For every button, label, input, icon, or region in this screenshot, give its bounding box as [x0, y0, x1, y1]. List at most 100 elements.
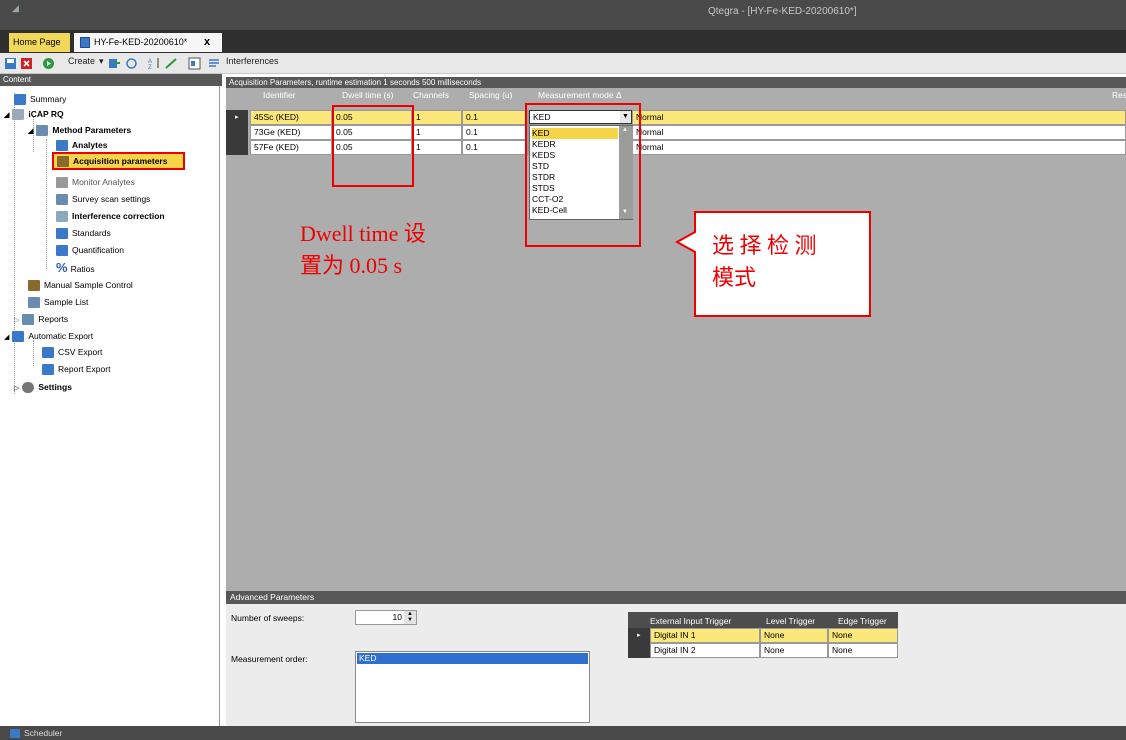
tab-document[interactable]: HY-Fe-KED-20200610* x: [74, 33, 222, 52]
tree-item-monitor-analytes[interactable]: Monitor Analytes: [56, 175, 135, 190]
tree-item-manual-sample-control[interactable]: Manual Sample Control: [28, 278, 133, 293]
cell-level[interactable]: None: [760, 628, 828, 643]
create-menu[interactable]: Create: [68, 56, 95, 66]
import-icon[interactable]: [108, 57, 121, 70]
panel-icon[interactable]: [188, 57, 201, 70]
cell-identifier[interactable]: 57Fe (KED): [250, 140, 332, 155]
cell-identifier[interactable]: 73Ge (KED): [250, 125, 332, 140]
list-item[interactable]: KED: [357, 653, 588, 664]
survey-icon: [56, 194, 68, 206]
dwell-time-highlight: [332, 105, 414, 187]
window-title: Qtegra - [HY-Fe-KED-20200610*]: [708, 6, 857, 17]
tree-item-survey-scan-settings[interactable]: Survey scan settings: [56, 192, 150, 207]
reports-icon: [22, 314, 35, 326]
column-header-measurement-mode[interactable]: Measurement mode Δ: [538, 90, 622, 100]
cell-identifier[interactable]: 45Sc (KED): [250, 110, 332, 125]
column-header-edge-trigger[interactable]: Edge Trigger: [838, 616, 887, 626]
sweeps-label: Number of sweeps:: [231, 613, 305, 623]
cell-input[interactable]: Digital IN 1: [650, 628, 760, 643]
tree-item-automatic-export[interactable]: ◢ Automatic Export: [4, 329, 93, 344]
row-header[interactable]: ▸: [226, 110, 248, 125]
tree-item-ratios[interactable]: % Ratios: [56, 260, 95, 275]
measurement-mode-highlight: [525, 103, 641, 247]
measurement-order-list[interactable]: KED: [355, 651, 590, 723]
mode-annotation: 选 择 检 测 模式: [712, 233, 817, 290]
tab-home-page[interactable]: Home Page: [9, 33, 70, 52]
tree-item-acquisition-parameters[interactable]: Acquisition parameters: [52, 152, 185, 170]
tree-item-csv-export[interactable]: CSV Export: [42, 345, 102, 360]
sort-ascending-icon[interactable]: AZ: [148, 57, 161, 70]
column-header-resolution[interactable]: Res: [1112, 90, 1126, 100]
cell-spacing[interactable]: 0.1: [462, 140, 528, 155]
cell-resolution[interactable]: Normal: [632, 125, 1126, 140]
tree-item-settings[interactable]: ▷ Settings: [14, 380, 72, 395]
tree-item-reports[interactable]: ▷ Reports: [14, 312, 68, 327]
row-header[interactable]: [226, 140, 248, 155]
cell-channels[interactable]: 1: [412, 140, 462, 155]
tree-item-standards[interactable]: Standards: [56, 226, 111, 241]
cell-resolution[interactable]: Normal: [632, 140, 1126, 155]
cell-channels[interactable]: 1: [412, 125, 462, 140]
tree-item-interference-correction[interactable]: Interference correction: [56, 209, 165, 224]
expand-icon[interactable]: ▷: [14, 385, 19, 392]
toolbar: Create ▾ AZ Interferences: [0, 53, 1126, 74]
export-icon: [12, 331, 25, 343]
row-header[interactable]: [628, 643, 650, 658]
acquisition-gear-icon: [57, 156, 69, 168]
sweeps-stepper[interactable]: 10 ▲ ▼: [355, 610, 417, 625]
column-header-dwell-time[interactable]: Dwell time (s): [342, 90, 393, 100]
close-red-icon[interactable]: [20, 57, 33, 70]
collapse-icon[interactable]: ◢: [4, 112, 9, 119]
cell-edge[interactable]: None: [828, 643, 898, 658]
cell-resolution[interactable]: Normal: [632, 110, 1126, 125]
row-header[interactable]: ▸: [628, 628, 650, 643]
content-panel-header: Content: [0, 74, 222, 86]
report-export-icon: [42, 364, 54, 376]
interferences-icon: [209, 59, 219, 67]
create-dropdown-icon[interactable]: ▾: [99, 56, 104, 67]
tree-item-method-parameters[interactable]: ◢ Method Parameters: [28, 123, 131, 138]
sort-tool-icon[interactable]: [165, 57, 178, 70]
column-header-channels[interactable]: Channels: [413, 90, 449, 100]
tree-item-quantification[interactable]: Quantification: [56, 243, 124, 258]
column-header-identifier[interactable]: Identifier: [263, 90, 296, 100]
close-tab-icon[interactable]: x: [204, 33, 210, 52]
column-header-level-trigger[interactable]: Level Trigger: [766, 616, 815, 626]
table-row[interactable]: ▸ Digital IN 1 None None: [628, 628, 898, 643]
monitor-icon: [56, 177, 68, 189]
scheduler-icon: [10, 729, 20, 738]
collapse-icon[interactable]: ◢: [28, 128, 33, 135]
cell-edge[interactable]: None: [828, 628, 898, 643]
tree-item-analytes[interactable]: Analytes: [56, 138, 107, 153]
save-icon[interactable]: [4, 57, 17, 70]
tree-item-sample-list[interactable]: Sample List: [28, 295, 88, 310]
row-header[interactable]: [226, 125, 248, 140]
expand-icon[interactable]: ▷: [14, 317, 19, 324]
instrument-icon: [12, 109, 25, 121]
standards-icon: [56, 228, 68, 240]
cell-input[interactable]: Digital IN 2: [650, 643, 760, 658]
column-header-spacing[interactable]: Spacing (u): [469, 90, 512, 100]
cell-channels[interactable]: 1: [412, 110, 462, 125]
settings-gear-icon: [22, 382, 35, 394]
stepper-arrows-icon[interactable]: ▲ ▼: [404, 611, 416, 624]
column-header-external-input[interactable]: External Input Trigger: [650, 616, 731, 626]
scheduler-bar[interactable]: Scheduler: [0, 726, 1126, 740]
tree-item-report-export[interactable]: Report Export: [42, 362, 110, 377]
refresh-icon[interactable]: [125, 57, 138, 70]
tree-item-summary[interactable]: Summary: [14, 92, 66, 107]
title-bar: ◢ Qtegra - [HY-Fe-KED-20200610*]: [0, 0, 1126, 30]
manual-control-icon: [28, 280, 40, 292]
table-row[interactable]: Digital IN 2 None None: [628, 643, 898, 658]
method-icon: [36, 125, 49, 137]
run-icon[interactable]: [42, 57, 55, 70]
csv-export-icon: [42, 347, 54, 359]
tree-item-icap-rq[interactable]: ◢ iCAP RQ: [4, 107, 64, 122]
quantification-icon: [56, 245, 68, 257]
cell-spacing[interactable]: 0.1: [462, 125, 528, 140]
cell-level[interactable]: None: [760, 643, 828, 658]
interferences-button[interactable]: Interferences: [226, 56, 279, 66]
collapse-icon[interactable]: ◢: [4, 334, 9, 341]
cell-spacing[interactable]: 0.1: [462, 110, 528, 125]
dwell-time-annotation: Dwell time 设 置为 0.05 s: [300, 221, 426, 278]
